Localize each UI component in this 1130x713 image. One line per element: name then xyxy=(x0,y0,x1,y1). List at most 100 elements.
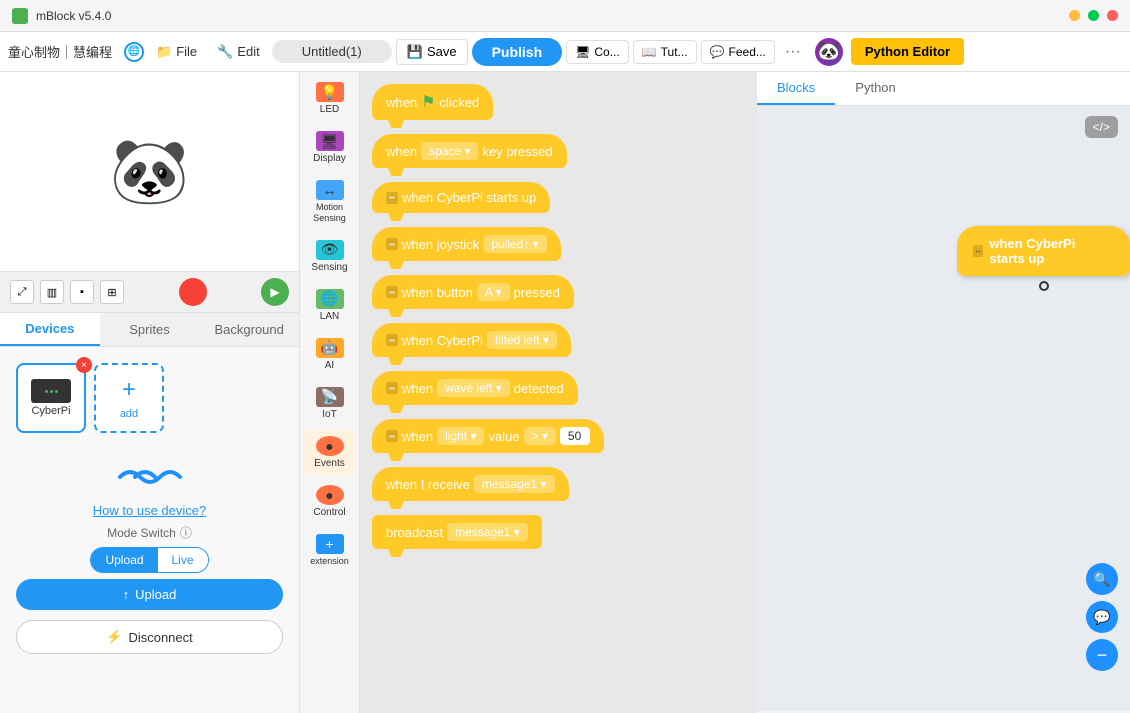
live-mode-option[interactable]: Live xyxy=(158,548,208,572)
block-when-wave[interactable]: ▪▪ when wave left ▾ detected xyxy=(372,371,578,405)
tab-sprites[interactable]: Sprites xyxy=(100,313,200,346)
zoom-search-button[interactable]: 🔍 xyxy=(1086,563,1118,595)
palette-item-sensing[interactable]: 👁 Sensing xyxy=(304,234,356,279)
tutorial-button[interactable]: 📖 Tut... xyxy=(633,40,697,64)
clicked-text: clicked xyxy=(439,95,479,110)
feedback-button[interactable]: 💬 Feed... xyxy=(701,40,775,64)
split-view-icon[interactable]: ▥ xyxy=(40,280,64,304)
block-when-joystick[interactable]: ▪▪ when joystick pulled↑ ▾ xyxy=(372,227,561,261)
device-close-button[interactable]: × xyxy=(76,357,92,373)
add-device-button[interactable]: + add xyxy=(94,363,164,433)
tab-devices[interactable]: Devices xyxy=(0,313,100,346)
extension-label: extension xyxy=(310,556,349,566)
block-cyberpi-starts[interactable]: ▪▪ when CyberPi starts up xyxy=(372,182,550,213)
wave-input[interactable]: wave left ▾ xyxy=(437,379,510,397)
zoom-out-button[interactable]: − xyxy=(1086,639,1118,671)
key-input[interactable]: space ▾ xyxy=(421,142,478,160)
extension-icon: + xyxy=(316,534,344,554)
device-upload-section: How to use device? Mode Switch ⓘ Upload … xyxy=(8,449,291,662)
code-toggle-icon[interactable]: </> xyxy=(1085,116,1118,138)
upload-icon: ↑ xyxy=(123,587,130,602)
broadcast-message-input[interactable]: message1 ▾ xyxy=(447,523,528,541)
blocks-palette: 💡 LED 🖥 Display ↔ MotionSensing 👁 Sensin… xyxy=(300,72,360,713)
block-connector-icon: ▪▪ xyxy=(386,382,398,394)
block-connector-icon: ▪▪ xyxy=(386,286,398,298)
block-connector-icon: ▪▪ xyxy=(386,430,398,442)
record-button[interactable] xyxy=(179,278,207,306)
project-name-input[interactable] xyxy=(272,40,392,63)
palette-item-iot[interactable]: 📡 IoT xyxy=(304,381,356,426)
canvas-content[interactable]: ▪▪ when CyberPi starts up </> 🔍 💬 − xyxy=(757,106,1130,711)
play-button[interactable]: ▶ xyxy=(261,278,289,306)
led-dot xyxy=(50,390,53,393)
palette-item-display[interactable]: 🖥 Display xyxy=(304,125,356,170)
more-menu-button[interactable]: ··· xyxy=(779,39,807,65)
palette-item-events[interactable]: ● Events xyxy=(304,430,356,475)
full-view-icon[interactable]: ▪ xyxy=(70,280,94,304)
operator-input[interactable]: > ▾ xyxy=(524,427,556,445)
palette-item-lan[interactable]: 🌐 LAN xyxy=(304,283,356,328)
avatar[interactable]: 🐼 xyxy=(815,38,843,66)
tutorial-icon: 📖 xyxy=(642,45,657,59)
minimize-button[interactable] xyxy=(1069,10,1080,21)
layout-icons: ⤢ ▥ ▪ ⊞ xyxy=(10,280,124,304)
block-when-button[interactable]: ▪▪ when button A ▾ pressed xyxy=(372,275,574,309)
close-button[interactable] xyxy=(1107,10,1118,21)
zoom-controls: 🔍 💬 − xyxy=(1086,563,1118,671)
sprite-preview: 🐼 xyxy=(0,72,299,272)
when-text: when xyxy=(386,95,417,110)
sensing-icon: 👁 xyxy=(316,240,344,260)
brand: 童心制物｜慧编程 xyxy=(8,42,112,61)
add-plus-icon: + xyxy=(122,376,136,404)
cyberpi-device-card[interactable]: × CyberPi xyxy=(16,363,86,433)
file-menu[interactable]: 📁 File xyxy=(148,40,205,64)
block-when-flag-clicked[interactable]: when ⚑ clicked xyxy=(372,84,493,120)
canvas-floating-block[interactable]: ▪▪ when CyberPi starts up xyxy=(957,226,1130,276)
panel-tabs: Devices Sprites Background xyxy=(0,313,299,347)
feedback-icon: 💬 xyxy=(710,45,725,59)
palette-item-extension[interactable]: + extension xyxy=(304,528,356,572)
palette-item-control[interactable]: ● Control xyxy=(304,479,356,524)
value-input[interactable]: 50 xyxy=(560,427,590,445)
blocks-column: when ⚑ clicked when space ▾ key pressed … xyxy=(372,84,745,557)
block-when-light[interactable]: ▪▪ when light ▾ value > ▾ 50 xyxy=(372,419,604,453)
blocks-workspace[interactable]: when ⚑ clicked when space ▾ key pressed … xyxy=(360,72,757,713)
left-panel: 🐼 ⤢ ▥ ▪ ⊞ ▶ Devices Sprites Background xyxy=(0,72,300,713)
disconnect-button[interactable]: ⚡ Disconnect xyxy=(16,620,283,654)
palette-item-led[interactable]: 💡 LED xyxy=(304,76,356,121)
button-input[interactable]: A ▾ xyxy=(477,283,510,301)
globe-icon[interactable]: 🌐 xyxy=(124,42,144,62)
tab-python[interactable]: Python xyxy=(835,72,915,105)
block-when-receive[interactable]: when I receive message1 ▾ xyxy=(372,467,569,501)
joystick-input[interactable]: pulled↑ ▾ xyxy=(483,235,546,253)
grid-view-icon[interactable]: ⊞ xyxy=(100,280,124,304)
maximize-button[interactable] xyxy=(1088,10,1099,21)
zoom-chat-button[interactable]: 💬 xyxy=(1086,601,1118,633)
led-dot xyxy=(55,390,58,393)
tab-blocks[interactable]: Blocks xyxy=(757,72,835,105)
palette-item-ai[interactable]: 🤖 AI xyxy=(304,332,356,377)
upload-mode-option[interactable]: Upload xyxy=(91,548,157,572)
save-button[interactable]: 💾 Save xyxy=(396,39,468,65)
how-to-use-link[interactable]: How to use device? xyxy=(93,503,206,518)
expand-view-icon[interactable]: ⤢ xyxy=(10,280,34,304)
canvas-area: Blocks Python ▪▪ when CyberPi starts up … xyxy=(757,72,1130,713)
tab-background[interactable]: Background xyxy=(199,313,299,346)
python-editor-button[interactable]: Python Editor xyxy=(851,38,964,65)
led-dot xyxy=(45,390,48,393)
connect-button[interactable]: 🖥 Co... xyxy=(566,40,629,64)
block-broadcast[interactable]: broadcast message1 ▾ xyxy=(372,515,542,549)
light-input[interactable]: light ▾ xyxy=(437,427,484,445)
message-input[interactable]: message1 ▾ xyxy=(474,475,555,493)
palette-item-motion[interactable]: ↔ MotionSensing xyxy=(304,174,356,230)
devices-content: × CyberPi + add xyxy=(0,347,299,670)
window-titlebar: mBlock v5.4.0 xyxy=(0,0,1130,32)
tilt-input[interactable]: tilted left ▾ xyxy=(487,331,557,349)
motion-label: MotionSensing xyxy=(313,202,346,224)
block-when-tilted[interactable]: ▪▪ when CyberPi tilted left ▾ xyxy=(372,323,571,357)
edit-menu[interactable]: 🔧 Edit xyxy=(209,40,268,64)
device-leds xyxy=(45,390,58,393)
block-when-key-pressed[interactable]: when space ▾ key pressed xyxy=(372,134,567,168)
publish-button[interactable]: Publish xyxy=(472,38,563,66)
upload-button[interactable]: ↑ Upload xyxy=(16,579,283,610)
